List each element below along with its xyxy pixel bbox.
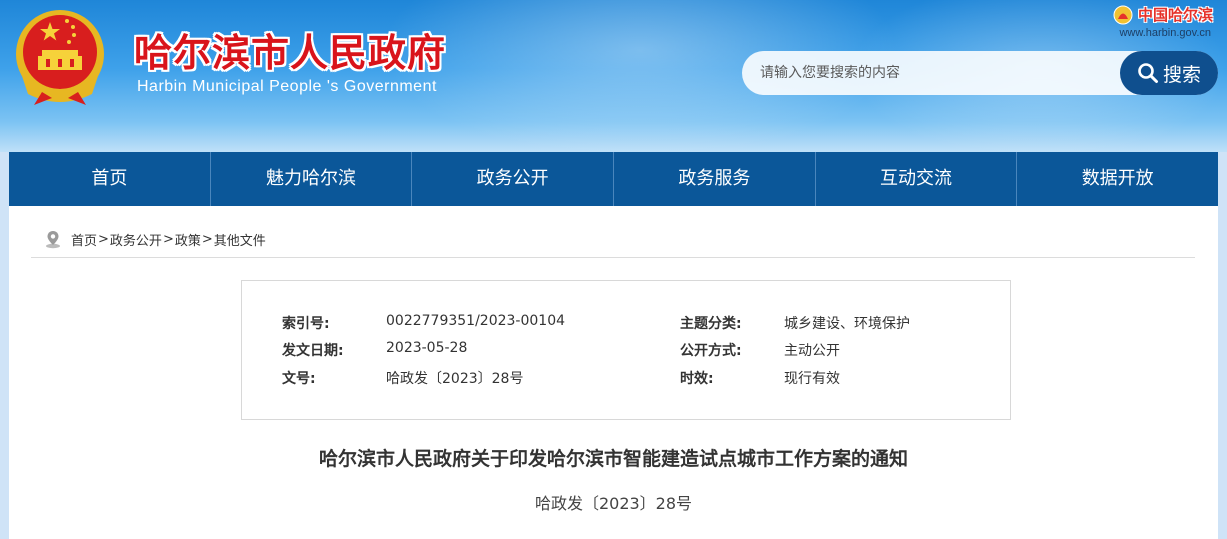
- document-number-value: 哈政发〔2023〕28号: [386, 371, 524, 387]
- breadcrumb-divider: [31, 257, 1195, 258]
- search-button[interactable]: 搜索: [1120, 51, 1218, 95]
- document-metadata-box: 索引号: 0022779351/2023-00104 主题分类: 城乡建设、环境…: [241, 280, 1011, 420]
- nav-item-home[interactable]: 首页: [9, 152, 211, 206]
- disclosure-method-label: 公开方式:: [680, 343, 742, 359]
- site-title: 哈尔滨市人民政府: [134, 31, 447, 75]
- validity-label: 时效:: [680, 371, 714, 387]
- breadcrumb-separator: >: [201, 231, 213, 247]
- issue-date-label: 发文日期:: [282, 343, 344, 359]
- index-number-label: 索引号:: [282, 316, 330, 332]
- breadcrumb-other-documents[interactable]: 其他文件: [214, 230, 266, 249]
- content-panel: 首页 > 政务公开 > 政策 > 其他文件 索引号: 0022779351/20…: [9, 206, 1218, 539]
- city-logo-icon: [1113, 5, 1133, 24]
- search-box: 搜索: [742, 51, 1218, 95]
- site-subtitle: Harbin Municipal People 's Government: [137, 78, 437, 95]
- nav-item-government-affairs-disclosure[interactable]: 政务公开: [412, 152, 615, 206]
- brand-link[interactable]: 中国哈尔滨 www.harbin.gov.cn: [1083, 4, 1213, 44]
- metadata-row: 索引号: 0022779351/2023-00104 主题分类: 城乡建设、环境…: [242, 313, 1010, 335]
- breadcrumb-separator: >: [162, 231, 174, 247]
- breadcrumb-separator: >: [98, 231, 109, 247]
- nav-item-open-data[interactable]: 数据开放: [1017, 152, 1218, 206]
- brand-name: 中国哈尔滨: [1137, 6, 1213, 24]
- national-emblem-icon: [16, 10, 104, 105]
- breadcrumb-home[interactable]: 首页: [71, 230, 97, 249]
- breadcrumb-government-affairs-disclosure[interactable]: 政务公开: [110, 230, 162, 249]
- breadcrumb: 首页 > 政务公开 > 政策 > 其他文件: [43, 228, 266, 250]
- main-nav: 首页 魅力哈尔滨 政务公开 政务服务 互动交流 数据开放: [9, 152, 1218, 206]
- search-button-label: 搜索: [1162, 63, 1201, 86]
- metadata-row: 发文日期: 2023-05-28 公开方式: 主动公开: [242, 340, 1010, 362]
- index-number-value: 0022779351/2023-00104: [386, 313, 566, 329]
- search-input[interactable]: [760, 51, 1110, 95]
- document-number-label: 文号:: [282, 371, 316, 387]
- disclosure-method-value: 主动公开: [784, 343, 840, 359]
- document-title: 哈尔滨市人民政府关于印发哈尔滨市智能建造试点城市工作方案的通知: [318, 448, 908, 470]
- nav-item-charm-harbin[interactable]: 魅力哈尔滨: [211, 152, 413, 206]
- brand-url: www.harbin.gov.cn: [1119, 27, 1211, 39]
- topic-category-label: 主题分类:: [680, 316, 742, 332]
- metadata-row: 文号: 哈政发〔2023〕28号 时效: 现行有效: [242, 368, 1010, 390]
- validity-value: 现行有效: [784, 371, 840, 387]
- document-number: 哈政发〔2023〕28号: [534, 494, 693, 513]
- nav-item-government-services[interactable]: 政务服务: [614, 152, 816, 206]
- search-icon: [1138, 63, 1158, 83]
- topic-category-value: 城乡建设、环境保护: [784, 316, 910, 332]
- issue-date-value: 2023-05-28: [386, 340, 468, 356]
- breadcrumb-policy[interactable]: 政策: [175, 230, 201, 249]
- site-header: 哈尔滨市人民政府 Harbin Municipal People 's Gove…: [0, 0, 1227, 152]
- location-pin-icon: [46, 231, 60, 249]
- nav-item-interaction[interactable]: 互动交流: [816, 152, 1018, 206]
